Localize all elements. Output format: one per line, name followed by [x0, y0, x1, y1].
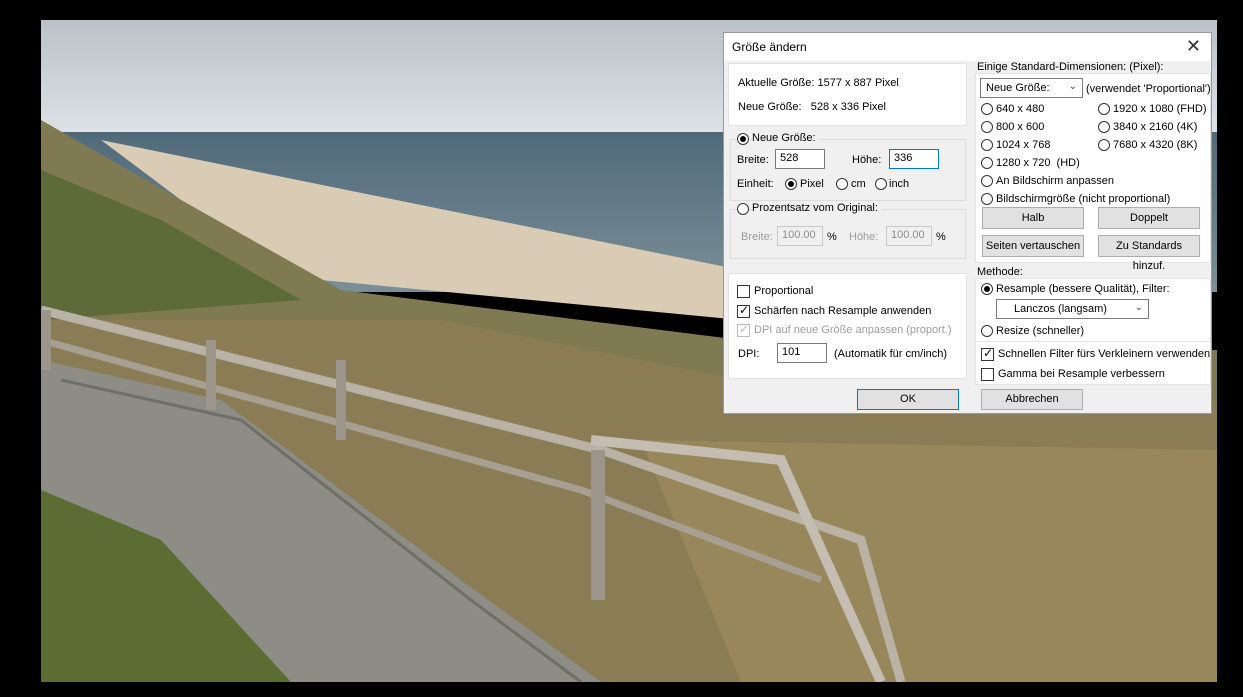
options-panel: Proportional Schärfen nach Resample anwe…	[728, 273, 967, 379]
proportional-label: Proportional	[754, 285, 814, 297]
unit-pixel-label: Pixel	[800, 178, 824, 190]
title-bar: Größe ändern ✕	[724, 33, 1211, 61]
gamma-checkbox[interactable]	[981, 368, 994, 381]
res-1280-radio[interactable]	[981, 157, 993, 169]
unit-cm-label: cm	[851, 178, 866, 190]
dpi-label: DPI:	[738, 348, 760, 360]
dpi-adjust-checkbox[interactable]	[737, 322, 750, 337]
res-800-label: 800 x 600	[996, 121, 1045, 133]
unit-cm-radio[interactable]	[836, 178, 848, 190]
width-label: Breite:	[737, 154, 769, 166]
cancel-button[interactable]: Abbrechen	[981, 389, 1083, 410]
pct-height-label: Höhe:	[849, 231, 879, 243]
double-button[interactable]: Doppelt	[1098, 207, 1200, 229]
screen-size-label: Bildschirmgröße (nicht proportional)	[996, 193, 1171, 205]
resample-radio[interactable]	[981, 283, 993, 295]
res-1920-radio[interactable]	[1098, 103, 1110, 115]
proportional-checkbox[interactable]	[737, 285, 750, 298]
res-640-radio[interactable]	[981, 103, 993, 115]
unit-inch-radio[interactable]	[875, 178, 887, 190]
res-7680-label: 7680 x 4320 (8K)	[1113, 139, 1198, 151]
filter-combo-value: Lanczos (langsam)	[1014, 303, 1107, 315]
current-size-text: Aktuelle Größe: 1577 x 887 Pixel	[738, 77, 899, 89]
new-size-text: Neue Größe: 528 x 336 Pixel	[738, 101, 886, 113]
percent-radio[interactable]	[737, 203, 749, 215]
std-dimensions-title: Einige Standard-Dimensionen: (Pixel):	[977, 61, 1164, 73]
pct-height-sign: %	[936, 231, 946, 243]
std-size-combo-value: Neue Größe:	[986, 82, 1050, 94]
dialog-title: Größe ändern	[732, 40, 807, 54]
height-label: Höhe:	[852, 154, 882, 166]
new-size-radio-label: Neue Größe:	[752, 132, 819, 144]
unit-inch-label: inch	[889, 178, 910, 190]
res-1280-label: 1280 x 720 (HD)	[996, 157, 1080, 169]
resample-label: Resample (bessere Qualität), Filter:	[996, 283, 1170, 295]
fit-screen-radio[interactable]	[981, 175, 993, 187]
add-to-standards-button[interactable]: Zu Standards hinzuf.	[1098, 235, 1200, 272]
std-size-combo[interactable]: Neue Größe: ⌄	[980, 78, 1083, 98]
gamma-label: Gamma bei Resample verbessern	[998, 368, 1165, 380]
fast-filter-label: Schnellen Filter fürs Verkleinern verwen…	[998, 348, 1211, 360]
filter-combo[interactable]: Lanczos (langsam) ⌄	[996, 299, 1149, 319]
pct-width-label: Breite:	[741, 231, 773, 243]
res-800-radio[interactable]	[981, 121, 993, 133]
res-1024-label: 1024 x 768	[996, 139, 1051, 151]
filter-options-panel: Schnellen Filter fürs Verkleinern verwen…	[975, 341, 1211, 385]
pct-width-sign: %	[827, 231, 837, 243]
fast-filter-checkbox[interactable]	[981, 346, 994, 361]
unit-label: Einheit:	[737, 178, 774, 190]
close-icon[interactable]: ✕	[1186, 36, 1201, 57]
res-640-label: 640 x 480	[996, 103, 1045, 115]
res-1024-radio[interactable]	[981, 139, 993, 151]
chevron-down-icon: ⌄	[1068, 81, 1077, 92]
method-title: Methode:	[977, 266, 1023, 278]
screen-size-radio[interactable]	[981, 193, 993, 205]
percent-radio-label: Prozentsatz vom Original:	[752, 202, 881, 214]
ok-button[interactable]: OK	[857, 389, 959, 410]
new-size-radio[interactable]	[737, 133, 749, 145]
res-1920-label: 1920 x 1080 (FHD)	[1113, 103, 1207, 115]
chevron-down-icon: ⌄	[1134, 302, 1143, 313]
method-panel: Resample (bessere Qualität), Filter: Lan…	[975, 278, 1211, 343]
fit-screen-label: An Bildschirm anpassen	[996, 175, 1115, 187]
res-3840-radio[interactable]	[1098, 121, 1110, 133]
std-dimensions-panel: Neue Größe: ⌄ (verwendet 'Proportional')…	[975, 73, 1211, 272]
height-input[interactable]: 336	[889, 149, 939, 169]
half-button[interactable]: Halb	[982, 207, 1084, 229]
resize-label: Resize (schneller)	[996, 325, 1085, 337]
size-info-panel: Aktuelle Größe: 1577 x 887 Pixel Neue Gr…	[728, 63, 967, 126]
unit-pixel-radio[interactable]	[785, 178, 797, 190]
swap-sides-button[interactable]: Seiten vertauschen	[982, 235, 1084, 257]
std-combo-note: (verwendet 'Proportional')	[1086, 83, 1211, 95]
res-7680-radio[interactable]	[1098, 139, 1110, 151]
pct-width-input[interactable]: 100.00	[777, 226, 823, 246]
pct-height-input[interactable]: 100.00	[886, 226, 932, 246]
dpi-note: (Automatik für cm/inch)	[834, 348, 948, 360]
resize-dialog: Größe ändern ✕ Aktuelle Größe: 1577 x 88…	[723, 32, 1212, 414]
width-input[interactable]: 528	[775, 149, 825, 169]
sharpen-checkbox[interactable]	[737, 303, 750, 318]
res-3840-label: 3840 x 2160 (4K)	[1113, 121, 1198, 133]
resize-radio[interactable]	[981, 325, 993, 337]
dpi-input[interactable]: 101	[777, 343, 827, 363]
sharpen-label: Schärfen nach Resample anwenden	[754, 305, 932, 317]
dpi-adjust-label: DPI auf neue Größe anpassen (proport.)	[754, 324, 952, 336]
